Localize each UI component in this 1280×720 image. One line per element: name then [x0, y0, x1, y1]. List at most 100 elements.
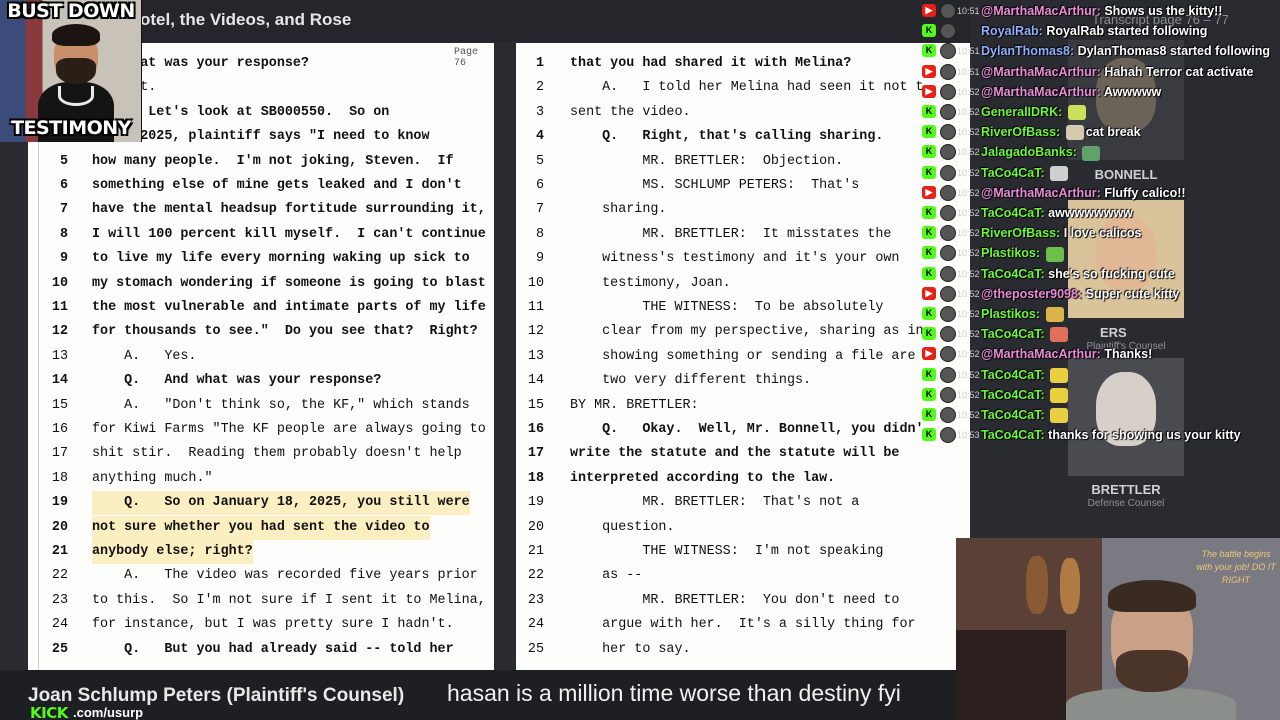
line-text: how many people. I'm not joking, Steven.… [92, 153, 454, 169]
line-text: sharing. [570, 202, 667, 218]
line-text: BY MR. BRETTLER: [570, 397, 699, 413]
chat-message: ▶ 10:52 @MarthaMacArthur: Awwwww [922, 82, 1280, 102]
chat-username: TaCo4CaT: [981, 428, 1045, 443]
line-text: witness's testimony and it's your own [570, 251, 900, 267]
chat-timestamp: 10:52 [957, 268, 980, 279]
line-text: A. The video was recorded five years pri… [92, 568, 478, 584]
chat-text: Hahah Terror cat activate [1104, 64, 1254, 79]
brettler-name: BRETTLER [1091, 482, 1161, 497]
live-chat: ▶ 10:51 @MarthaMacArthur: Shows us the kit… [918, 0, 1280, 450]
chat-body: RoyalRab: RoyalRab started following [981, 21, 1207, 41]
line-text: for thousands to see." Do you see that? … [92, 324, 478, 340]
chat-body: Plastikos: [981, 304, 1066, 324]
transcript-line: 23 MR. BRETTLER: You don't need to [516, 589, 970, 613]
line-number: 18 [51, 470, 68, 486]
kick-icon: K [922, 105, 936, 118]
chat-timestamp: 10:52 [957, 208, 980, 218]
emote-icon [1050, 388, 1069, 403]
transcript-line: 22 as -- [516, 564, 970, 588]
chat-timestamp: 10:52 [957, 167, 980, 178]
kick-icon: K [922, 24, 936, 38]
line-text: for Kiwi Farms "The KF people are always… [92, 422, 486, 437]
transcript-line: 16 Q. Okay. Well, Mr. Bonnell, you didn' [516, 418, 970, 442]
line-number: 21 [51, 544, 68, 559]
chat-message: K 10:52 TaCo4CaT: [922, 405, 1280, 425]
line-text: A. I told her Melina had seen it not t [570, 80, 924, 96]
chat-body: TaCo4CaT: awwwwwwww [981, 203, 1133, 223]
line-text: anything much." [92, 470, 213, 486]
emote-icon [1050, 367, 1069, 383]
avatar [940, 225, 956, 242]
transcript-line: 9 to live my life every morning waking up… [28, 247, 494, 271]
chat-message: ▶ 10:52 @theposter9098: Super cute kitty [922, 284, 1280, 304]
line-number: 10 [51, 275, 68, 291]
line-number: 15 [51, 397, 68, 413]
line-number: 12 [51, 324, 68, 340]
transcript-line: 8 I will 100 percent kill myself. I can't… [28, 223, 494, 247]
chat-timestamp: 10:52 [957, 86, 980, 97]
line-number: 13 [51, 348, 68, 364]
chat-body: GeneralIDRK: [981, 102, 1088, 122]
chat-message: ▶ 10:51 @MarthaMacArthur: Hahah Terror cat… [922, 62, 1280, 82]
kick-icon: K [922, 44, 936, 58]
transcript-line: 14 Q. And what was your response? [28, 369, 494, 393]
chat-body: TaCo4CaT: she's so fucking cute [981, 264, 1175, 284]
line-text: write the statute and the statute will b… [570, 446, 900, 462]
line-text: as -- [570, 568, 643, 584]
line-text: her to say. [570, 641, 691, 657]
chat-message: K 10:52 TaCo4CaT: [922, 365, 1280, 385]
chat-text: Super cute kitty [1085, 286, 1180, 301]
line-number: 5 [59, 153, 68, 169]
chat-message: K 10:52 Plastikos: [922, 304, 1280, 324]
line-number: 16 [527, 422, 544, 437]
line-number: 24 [527, 617, 544, 633]
highlighted-line-text: anybody else; right? [92, 540, 253, 564]
chat-body: Plastikos: [981, 243, 1066, 263]
chat-text: Awwwww [1103, 84, 1162, 99]
avatar [940, 164, 956, 181]
chat-username: @MarthaMacArthur: [981, 64, 1101, 79]
chat-username: DylanThomas8: [981, 44, 1075, 59]
avatar [940, 407, 956, 423]
line-text: argue with her. It's a silly thing for [570, 617, 916, 633]
chat-username: TaCo4CaT: [981, 367, 1045, 382]
chat-message: ▶ 10:52 @MarthaMacArthur: Thanks! [922, 344, 1280, 364]
emote-icon [1082, 145, 1101, 161]
line-number: 3 [535, 104, 544, 120]
line-text: the most vulnerable and intimate parts o… [92, 300, 486, 315]
line-text: y 18, 2025, plaintiff says "I need to kn… [92, 129, 430, 145]
chat-text: Thanks! [1104, 347, 1153, 362]
line-text: MR. BRETTLER: You don't need to [570, 592, 900, 608]
line-number: 14 [527, 373, 544, 389]
chat-timestamp: 10:51 [957, 46, 980, 57]
line-number: 1 [535, 56, 544, 71]
youtube-icon: ▶ [922, 84, 936, 98]
chat-timestamp: 10:53 [957, 430, 980, 441]
transcript-line: 6 something else of mine gets leaked and … [28, 174, 494, 198]
line-number: 23 [527, 592, 544, 608]
chat-message: K RoyalRab: RoyalRab started following [922, 21, 1280, 41]
transcript-line: 8 MR. BRETTLER: It misstates the [516, 223, 970, 247]
chat-body: RiverOfBass: I love calicos [981, 223, 1142, 243]
chat-username: RiverOfBass: [981, 226, 1061, 241]
line-number: 16 [51, 422, 68, 437]
guitar-decor [1060, 558, 1080, 614]
transcript-line: 24 for instance, but I was pretty sure I … [28, 613, 494, 637]
chat-body: TaCo4CaT: [981, 405, 1070, 425]
chat-text: RoyalRab started following [1046, 24, 1208, 39]
line-number: 6 [535, 178, 544, 193]
emote-icon [1050, 408, 1069, 424]
transcript-line: 11 THE WITNESS: To be absolutely [516, 296, 970, 320]
avatar [940, 23, 956, 40]
chat-message: K 10:52 TaCo4CaT: awwwwwwww [922, 203, 1280, 223]
transcript-line: 19 MR. BRETTLER: That's not a [516, 491, 970, 515]
chat-message: K 10:52 TaCo4CaT: [922, 385, 1280, 405]
youtube-icon: ▶ [922, 286, 936, 300]
avatar [940, 386, 956, 403]
line-number: 25 [527, 641, 544, 657]
avatar [940, 43, 956, 60]
kick-icon: K [922, 408, 936, 421]
transcript-line: 2 A. I told her Melina had seen it not t [516, 76, 970, 100]
chat-username: @MarthaMacArthur: [981, 4, 1101, 18]
line-text: MR. BRETTLER: Objection. [570, 153, 844, 169]
